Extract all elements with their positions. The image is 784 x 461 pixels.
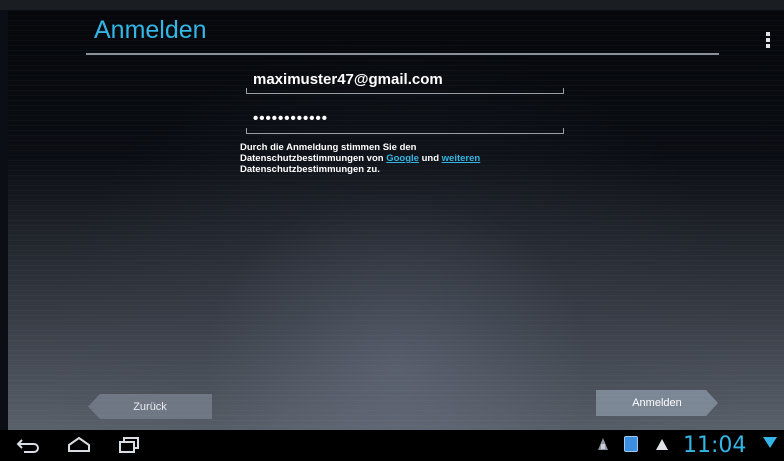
back-button[interactable]: Zurück <box>88 394 212 419</box>
recent-apps-icon[interactable] <box>117 436 143 454</box>
terms-line-2: Datenschutzbestimmungen von Google und w… <box>240 153 540 164</box>
status-clock: 11:04 <box>683 433 747 458</box>
email-field[interactable]: maximuster47@gmail.com <box>253 71 443 88</box>
notification-icon[interactable] <box>596 436 610 452</box>
signin-screen: Anmelden maximuster47@gmail.com ••••••••… <box>8 10 784 430</box>
signal-icon <box>763 437 777 448</box>
home-icon[interactable] <box>66 436 92 454</box>
more-privacy-link[interactable]: weiteren <box>442 153 481 164</box>
warning-icon[interactable] <box>655 436 669 452</box>
next-button[interactable]: Anmelden <box>596 390 718 416</box>
terms-line-3: Datenschutzbestimmungen zu. <box>240 164 380 175</box>
device-bezel <box>0 0 784 10</box>
password-field-underline <box>246 128 564 134</box>
password-field[interactable]: •••••••••••• <box>253 110 328 127</box>
email-field-underline <box>246 88 564 94</box>
overflow-menu-icon[interactable] <box>765 32 771 52</box>
terms-line-1: Durch die Anmeldung stimmen Sie den <box>240 142 417 153</box>
google-privacy-link[interactable]: Google <box>386 153 419 164</box>
page-title: Anmelden <box>94 16 207 44</box>
system-navigation-bar: 11:04 <box>0 430 784 461</box>
terms-text: Durch die Anmeldung stimmen Sie den Date… <box>240 142 540 175</box>
back-icon[interactable] <box>16 436 42 454</box>
app-notification-icon[interactable] <box>624 436 638 452</box>
terms-and-text: und <box>418 153 442 164</box>
title-divider <box>86 53 719 55</box>
terms-line-2-prefix: Datenschutzbestimmungen von <box>240 153 387 164</box>
